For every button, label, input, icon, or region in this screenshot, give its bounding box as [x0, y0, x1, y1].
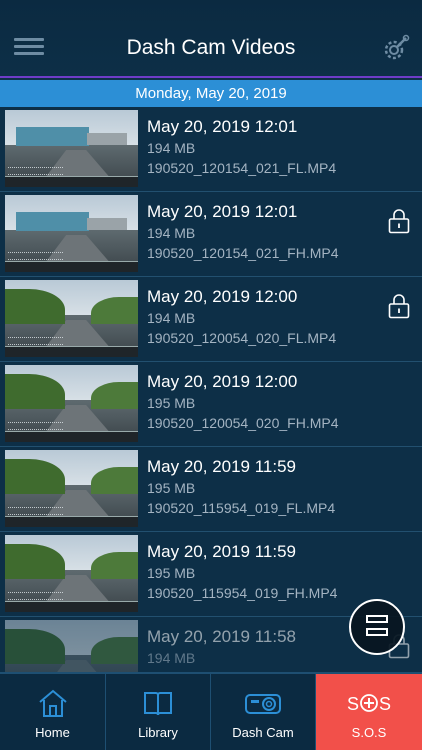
video-datetime: May 20, 2019 12:01 [147, 117, 298, 136]
video-thumbnail [5, 620, 138, 672]
video-thumbnail [5, 110, 138, 187]
settings-button[interactable] [380, 34, 410, 64]
tab-dashcam-label: Dash Cam [232, 725, 294, 740]
video-filename: 190520_120154_021_FH.MP4 [147, 245, 339, 261]
video-thumbnail [5, 450, 138, 527]
video-datetime: May 20, 2019 11:59 [147, 542, 297, 561]
gear-wrench-icon [384, 34, 410, 60]
video-filename: 190520_115954_019_FL.MP4 [147, 500, 336, 516]
tab-library-label: Library [138, 725, 178, 740]
tab-sos-label: S.O.S [351, 725, 387, 740]
tab-home-label: Home [35, 725, 70, 740]
video-size: 195 MB [147, 395, 196, 411]
video-row[interactable]: May 20, 2019 11:59 195 MB 190520_115954_… [0, 447, 422, 532]
video-list[interactable]: May 20, 2019 12:01 194 MB 190520_120154_… [0, 107, 422, 672]
svg-text:S: S [379, 694, 391, 714]
lock-icon[interactable] [388, 293, 410, 319]
multi-select-button[interactable] [349, 599, 405, 655]
video-thumbnail [5, 280, 138, 357]
video-row[interactable]: May 20, 2019 12:01 194 MB 190520_120154_… [0, 192, 422, 277]
tab-library[interactable]: Library [106, 674, 211, 750]
app-root: Dash Cam Videos Monday, May 20, 2019 May… [0, 0, 422, 750]
tab-home[interactable]: Home [0, 674, 106, 750]
video-thumbnail [5, 535, 138, 612]
video-row[interactable]: May 20, 2019 12:00 194 MB 190520_120054_… [0, 277, 422, 362]
bottom-tab-bar: Home Library Dash Cam S S S.O.S [0, 672, 422, 750]
video-filename: 190520_115954_019_FH.MP4 [147, 585, 338, 601]
video-thumbnail [5, 195, 138, 272]
video-row[interactable]: May 20, 2019 12:00 195 MB 190520_120054_… [0, 362, 422, 447]
stack-icon [366, 615, 388, 623]
book-icon [144, 692, 172, 716]
video-size: 195 MB [147, 565, 196, 581]
top-bar: Dash Cam Videos [0, 0, 422, 78]
home-icon [38, 689, 67, 717]
video-size: 194 MB [147, 310, 196, 326]
video-filename: 190520_120054_020_FL.MP4 [147, 330, 337, 346]
video-filename: 190520_120054_020_FH.MP4 [147, 415, 339, 431]
stack-icon-lower [366, 628, 388, 636]
lock-icon[interactable] [388, 208, 410, 234]
dashcam-icon [245, 694, 281, 714]
sos-icon: S S [347, 694, 391, 714]
video-row[interactable]: May 20, 2019 12:01 194 MB 190520_120154_… [0, 107, 422, 192]
video-size: 195 MB [147, 480, 196, 496]
page-title: Dash Cam Videos [126, 36, 296, 59]
video-datetime: May 20, 2019 12:00 [147, 372, 298, 391]
video-datetime: May 20, 2019 11:58 [147, 627, 297, 646]
video-thumbnail [5, 365, 138, 442]
tab-sos[interactable]: S S S.O.S [316, 674, 422, 750]
video-datetime: May 20, 2019 12:00 [147, 287, 298, 306]
video-filename: 190520_120154_021_FL.MP4 [147, 160, 337, 176]
video-size: 194 MB [147, 140, 196, 156]
svg-text:S: S [347, 694, 359, 714]
video-size: 194 MB [147, 225, 196, 241]
date-section-header: Monday, May 20, 2019 [0, 80, 422, 107]
video-size: 194 MB [147, 650, 196, 666]
tab-dashcam[interactable]: Dash Cam [211, 674, 316, 750]
video-datetime: May 20, 2019 12:01 [147, 202, 298, 221]
video-datetime: May 20, 2019 11:59 [147, 457, 297, 476]
